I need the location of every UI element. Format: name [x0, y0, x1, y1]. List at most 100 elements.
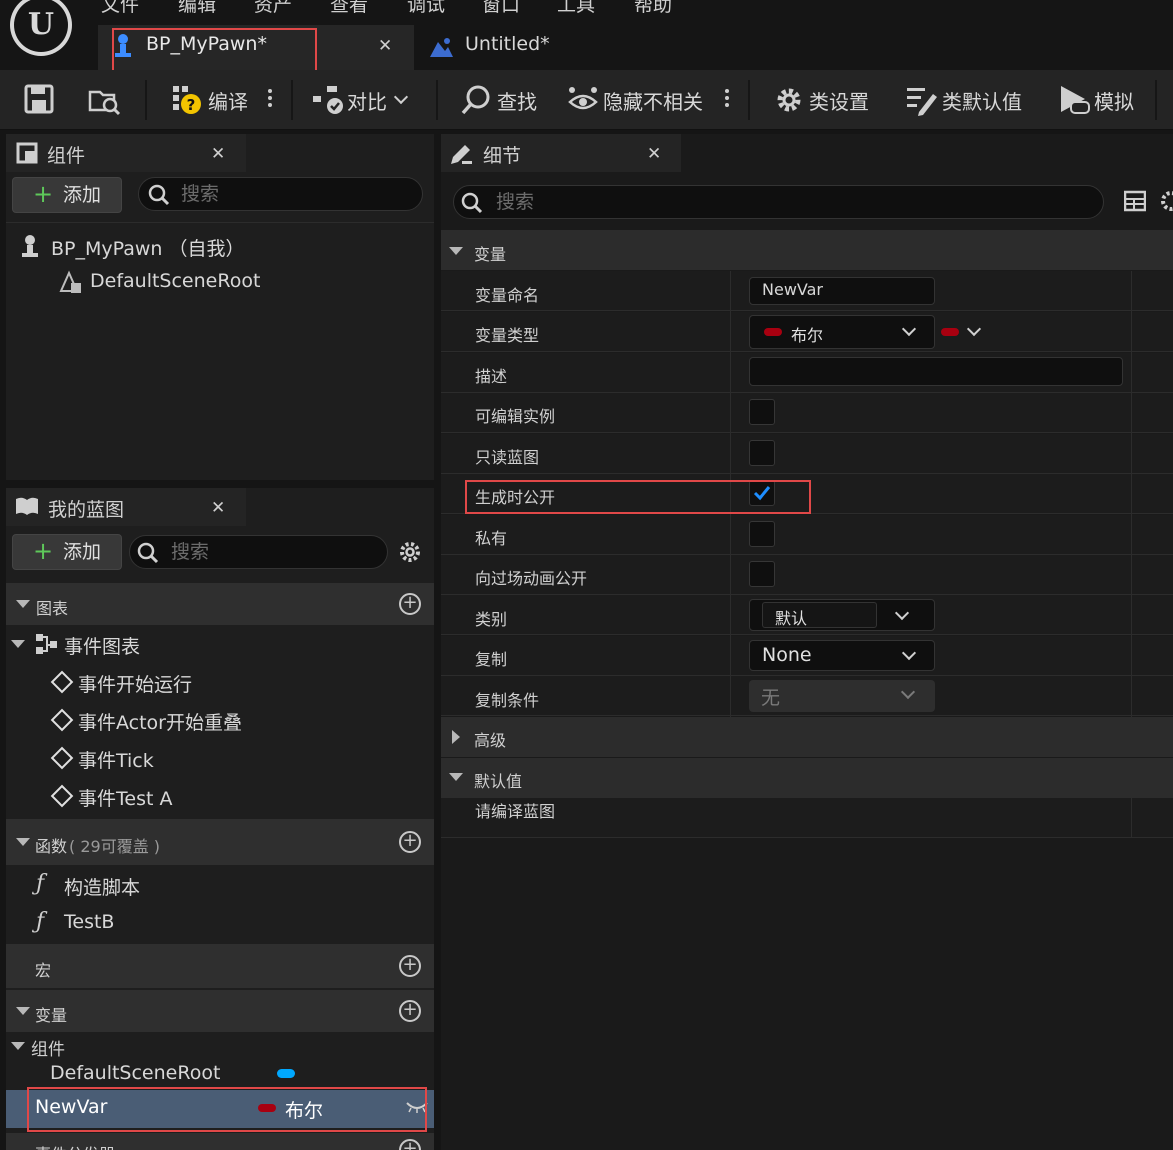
readonly-checkbox[interactable] — [749, 440, 775, 466]
hide-unrelated-button[interactable]: 隐藏不相关 — [603, 86, 703, 115]
add-graph-icon[interactable]: + — [399, 593, 421, 615]
expand-arrow-icon[interactable] — [11, 1042, 25, 1050]
menu-asset[interactable]: 资产 — [254, 0, 292, 17]
label-instance-editable: 可编辑实例 — [475, 407, 556, 426]
details-panel-tab[interactable] — [441, 134, 681, 172]
eye-closed-icon[interactable] — [406, 1100, 428, 1114]
expand-arrow-icon[interactable] — [449, 247, 463, 255]
label-private: 私有 — [475, 529, 508, 548]
function-item-construction-script[interactable]: 构造脚本 — [64, 873, 140, 900]
event-graph-item[interactable]: 事件图表 — [64, 632, 140, 659]
add-component-button[interactable]: + 添加 — [12, 177, 122, 213]
my-blueprint-search-input[interactable]: 搜索 — [129, 535, 388, 569]
replication-dropdown[interactable]: None — [749, 640, 935, 671]
book-icon — [16, 497, 38, 515]
close-components-icon[interactable]: ✕ — [211, 144, 225, 164]
expand-arrow-icon[interactable] — [11, 640, 25, 648]
close-details-icon[interactable]: ✕ — [647, 144, 661, 164]
expose-cinematics-checkbox[interactable] — [749, 561, 775, 587]
container-type-pin-icon[interactable] — [941, 328, 959, 336]
expose-spawn-checkbox[interactable] — [749, 480, 775, 506]
details-section-advanced[interactable] — [441, 717, 1173, 757]
variables-category[interactable] — [6, 990, 434, 1032]
details-section-variable[interactable] — [441, 230, 1173, 270]
category-input[interactable]: 默认 — [762, 602, 877, 628]
chevron-down-icon[interactable] — [894, 605, 910, 621]
class-defaults-icon[interactable] — [905, 84, 939, 116]
compile-button[interactable]: 编译 — [208, 86, 248, 115]
gear-icon[interactable] — [773, 84, 805, 116]
diff-button[interactable]: 对比 — [347, 86, 387, 115]
my-blueprint-panel-tab[interactable] — [6, 488, 246, 526]
details-row-private — [441, 515, 1173, 555]
compile-icon[interactable]: ? — [171, 84, 203, 116]
event-item-actor-begin-overlap[interactable]: 事件Actor开始重叠 — [78, 708, 242, 735]
chevron-down-icon — [900, 684, 916, 700]
hide-unrelated-icon[interactable] — [566, 84, 600, 116]
var-name-input[interactable]: NewVar — [749, 277, 935, 305]
menu-edit[interactable]: 编辑 — [178, 0, 216, 17]
graphs-category[interactable] — [6, 583, 434, 625]
var-type-dropdown[interactable]: 布尔 — [749, 315, 935, 349]
browse-asset-icon[interactable] — [88, 84, 122, 116]
close-tab-icon[interactable]: ✕ — [378, 36, 392, 56]
expand-arrow-icon[interactable] — [449, 773, 463, 781]
menu-help[interactable]: 帮助 — [634, 0, 672, 17]
class-defaults-button[interactable]: 类默认值 — [942, 86, 1022, 115]
function-icon: ƒ — [36, 871, 45, 896]
expand-arrow-icon[interactable] — [16, 838, 30, 846]
details-search-input[interactable]: 搜索 — [453, 185, 1104, 219]
menu-window[interactable]: 窗口 — [482, 0, 520, 17]
instance-editable-checkbox[interactable] — [749, 399, 775, 425]
add-member-button[interactable]: + 添加 — [12, 534, 122, 570]
close-my-blueprint-icon[interactable]: ✕ — [211, 498, 225, 518]
component-root-label[interactable]: BP_MyPawn （自我） — [51, 234, 245, 261]
details-settings-icon[interactable] — [1160, 190, 1173, 212]
simulate-icon[interactable] — [1057, 84, 1091, 116]
add-variable-icon[interactable]: + — [399, 1000, 421, 1022]
expand-arrow-icon[interactable] — [16, 600, 30, 608]
component-default-scene-root[interactable]: DefaultSceneRoot — [90, 270, 260, 292]
components-search-input[interactable]: 搜索 — [138, 177, 423, 211]
macros-category[interactable] — [6, 944, 434, 988]
bool-pin-icon — [258, 1104, 276, 1112]
add-function-icon[interactable]: + — [399, 831, 421, 853]
variable-default-scene-root[interactable]: DefaultSceneRoot — [50, 1062, 220, 1084]
category-combo[interactable]: 默认 — [749, 599, 935, 631]
menu-file[interactable]: 文件 — [101, 0, 139, 17]
details-section-defaults[interactable] — [441, 758, 1173, 798]
unreal-logo-mark: U — [14, 0, 68, 52]
plus-icon: + — [33, 537, 54, 565]
details-section-defaults-label: 默认值 — [474, 772, 523, 791]
function-item-testb[interactable]: TestB — [64, 911, 114, 933]
table-view-icon[interactable] — [1124, 190, 1146, 212]
menu-view[interactable]: 查看 — [330, 0, 368, 17]
variable-newvar-name: NewVar — [35, 1096, 108, 1118]
add-member-label: 添加 — [63, 541, 102, 563]
class-settings-button[interactable]: 类设置 — [809, 86, 869, 115]
components-panel-tab[interactable] — [6, 134, 246, 172]
level-icon — [430, 38, 453, 57]
hide-unrelated-options-icon[interactable] — [725, 86, 729, 110]
find-icon[interactable] — [460, 84, 492, 116]
event-item-begin-play[interactable]: 事件开始运行 — [78, 670, 192, 697]
menu-tools[interactable]: 工具 — [557, 0, 595, 17]
settings-gear-icon[interactable] — [398, 540, 422, 564]
save-icon[interactable] — [24, 84, 54, 114]
add-dispatcher-icon[interactable]: + — [399, 1139, 421, 1150]
collapse-arrow-icon[interactable] — [452, 730, 460, 744]
simulate-button[interactable]: 模拟 — [1094, 86, 1134, 115]
description-input[interactable] — [749, 357, 1123, 386]
compile-options-icon[interactable] — [268, 86, 272, 110]
find-button[interactable]: 查找 — [497, 86, 537, 115]
diff-icon[interactable] — [311, 84, 345, 116]
menu-debug[interactable]: 调试 — [407, 0, 445, 17]
add-macro-icon[interactable]: + — [399, 955, 421, 977]
private-checkbox[interactable] — [749, 521, 775, 547]
column-divider — [730, 271, 731, 717]
pawn-icon — [115, 34, 131, 57]
event-item-test-a[interactable]: 事件Test A — [78, 784, 172, 811]
expand-arrow-icon[interactable] — [16, 1007, 30, 1015]
dispatchers-category[interactable]: 事件分发器 + — [6, 1133, 434, 1150]
event-item-tick[interactable]: 事件Tick — [78, 746, 154, 773]
